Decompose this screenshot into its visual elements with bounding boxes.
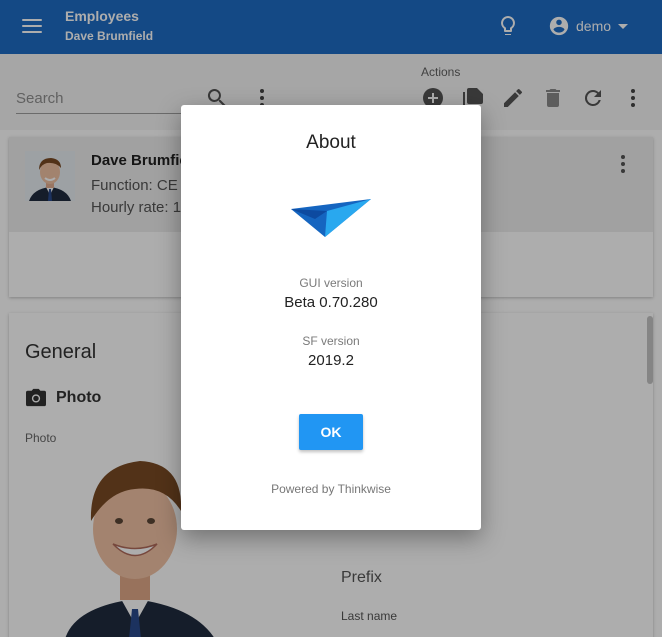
sf-version-value: 2019.2 — [308, 352, 354, 369]
dialog-title: About — [306, 132, 356, 153]
powered-by-text: Powered by Thinkwise — [271, 482, 391, 496]
ok-button[interactable]: OK — [299, 414, 363, 450]
about-dialog: About GUI version Beta 0.70.280 SF versi… — [181, 105, 481, 530]
gui-version-value: Beta 0.70.280 — [284, 294, 378, 311]
sf-version-label: SF version — [302, 334, 360, 348]
gui-version-label: GUI version — [299, 276, 363, 290]
thinkwise-logo-icon — [291, 199, 371, 237]
